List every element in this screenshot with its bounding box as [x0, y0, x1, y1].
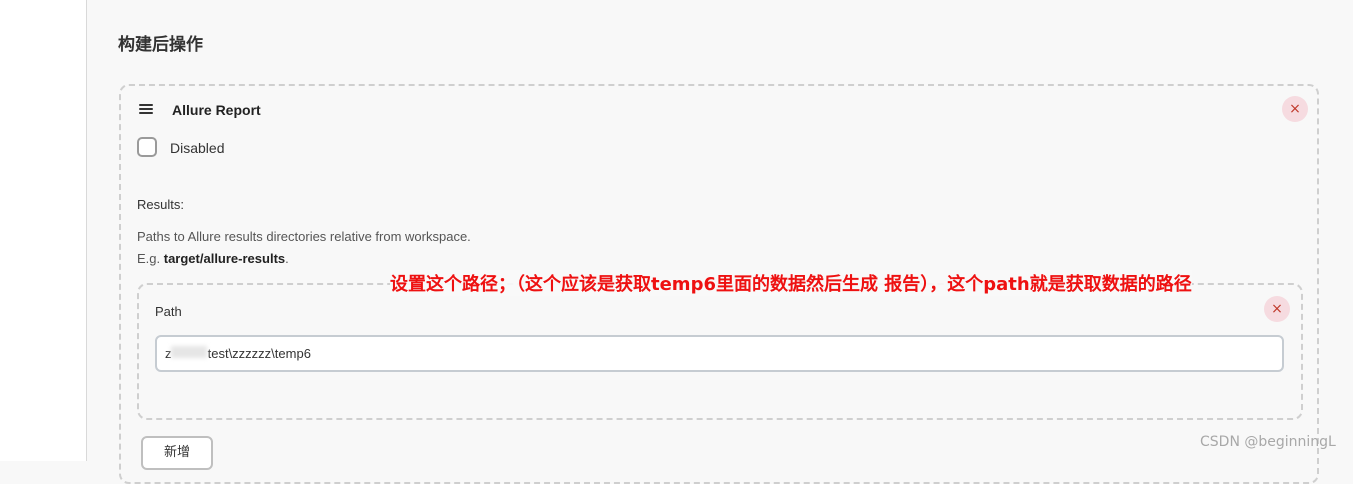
results-label: Results:	[137, 197, 184, 212]
drag-handle-icon[interactable]	[139, 104, 153, 114]
path-input[interactable]	[155, 335, 1284, 372]
results-help-text: Paths to Allure results directories rela…	[137, 229, 471, 244]
delete-step-button[interactable]: ×	[1282, 96, 1308, 122]
step-title: Allure Report	[172, 102, 261, 118]
disabled-checkbox-label: Disabled	[170, 140, 225, 156]
delete-path-button[interactable]: ×	[1264, 296, 1290, 322]
annotation-text: 设置这个路径；（这个应该是获取temp6里面的数据然后生成 报告），这个path…	[390, 270, 1192, 296]
close-icon: ×	[1271, 301, 1283, 317]
help-example-suffix: .	[285, 251, 289, 266]
results-help-example: E.g. target/allure-results.	[137, 251, 289, 266]
help-example-path: target/allure-results	[163, 251, 286, 266]
help-example-prefix: E.g.	[137, 251, 164, 266]
add-button[interactable]: 新增	[141, 436, 213, 470]
left-sidebar	[0, 0, 87, 461]
section-title: 构建后操作	[118, 35, 203, 55]
redacted-text	[171, 346, 207, 358]
disabled-checkbox[interactable]	[137, 137, 157, 157]
close-icon: ×	[1289, 101, 1301, 117]
path-label: Path	[155, 304, 182, 319]
watermark: CSDN @beginningL	[1200, 434, 1336, 450]
